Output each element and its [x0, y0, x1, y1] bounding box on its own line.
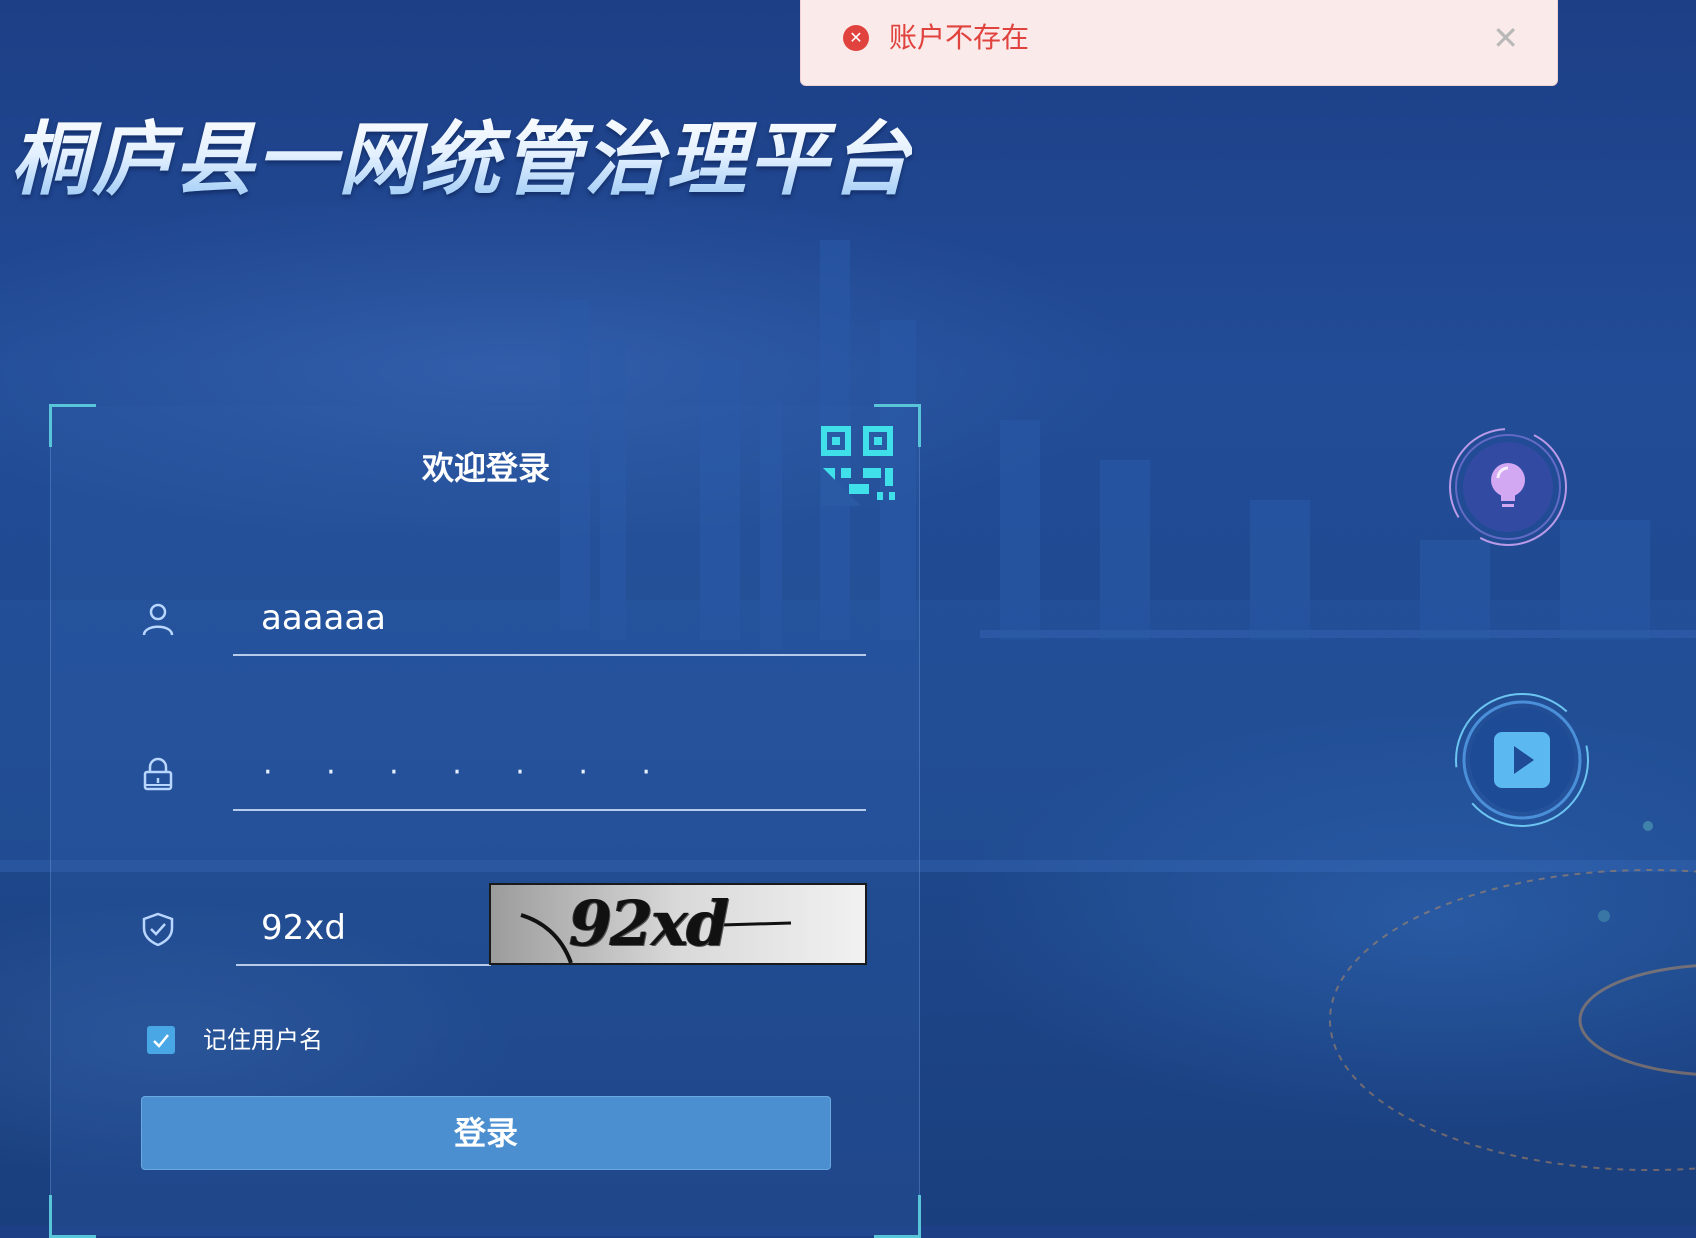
login-title: 欢迎登录 — [421, 449, 550, 487]
login-button[interactable]: 登录 — [141, 1096, 831, 1170]
captcha-image-text: 92xd — [569, 887, 730, 960]
password-field: · · · · · · · — [141, 741, 866, 811]
password-input[interactable]: · · · · · · · — [263, 747, 673, 799]
user-icon — [142, 603, 174, 636]
toast-message: 账户不存在 — [889, 21, 1030, 54]
panel-corner — [49, 1195, 96, 1238]
play-icon[interactable] — [1452, 690, 1592, 830]
captcha-underline — [236, 964, 491, 966]
username-input[interactable] — [261, 592, 821, 644]
remember-checkbox[interactable] — [147, 1026, 175, 1054]
panel-corner — [49, 404, 96, 447]
close-icon[interactable]: ✕ — [1492, 19, 1519, 57]
captcha-field — [141, 896, 821, 966]
error-circle-icon: ✕ — [843, 25, 869, 51]
shield-icon — [142, 912, 174, 946]
login-panel: 欢迎登录 aaaaaa · · · · · · · 92xd 92xd 记住用户… — [49, 404, 921, 1238]
check-icon — [153, 1034, 169, 1048]
error-toast: ✕ 账户不存在 ✕ — [800, 0, 1558, 86]
captcha-image[interactable]: 92xd — [489, 883, 867, 965]
panel-corner — [874, 1195, 921, 1238]
qr-code-icon[interactable] — [821, 426, 901, 506]
page-title: 桐庐县一网统管治理平台 — [10, 110, 912, 210]
remember-label: 记住用户名 — [203, 1026, 323, 1054]
password-underline — [233, 809, 866, 811]
username-field — [141, 586, 866, 656]
lightbulb-icon[interactable] — [1446, 425, 1570, 549]
lock-icon — [143, 757, 173, 791]
username-underline — [233, 654, 866, 656]
